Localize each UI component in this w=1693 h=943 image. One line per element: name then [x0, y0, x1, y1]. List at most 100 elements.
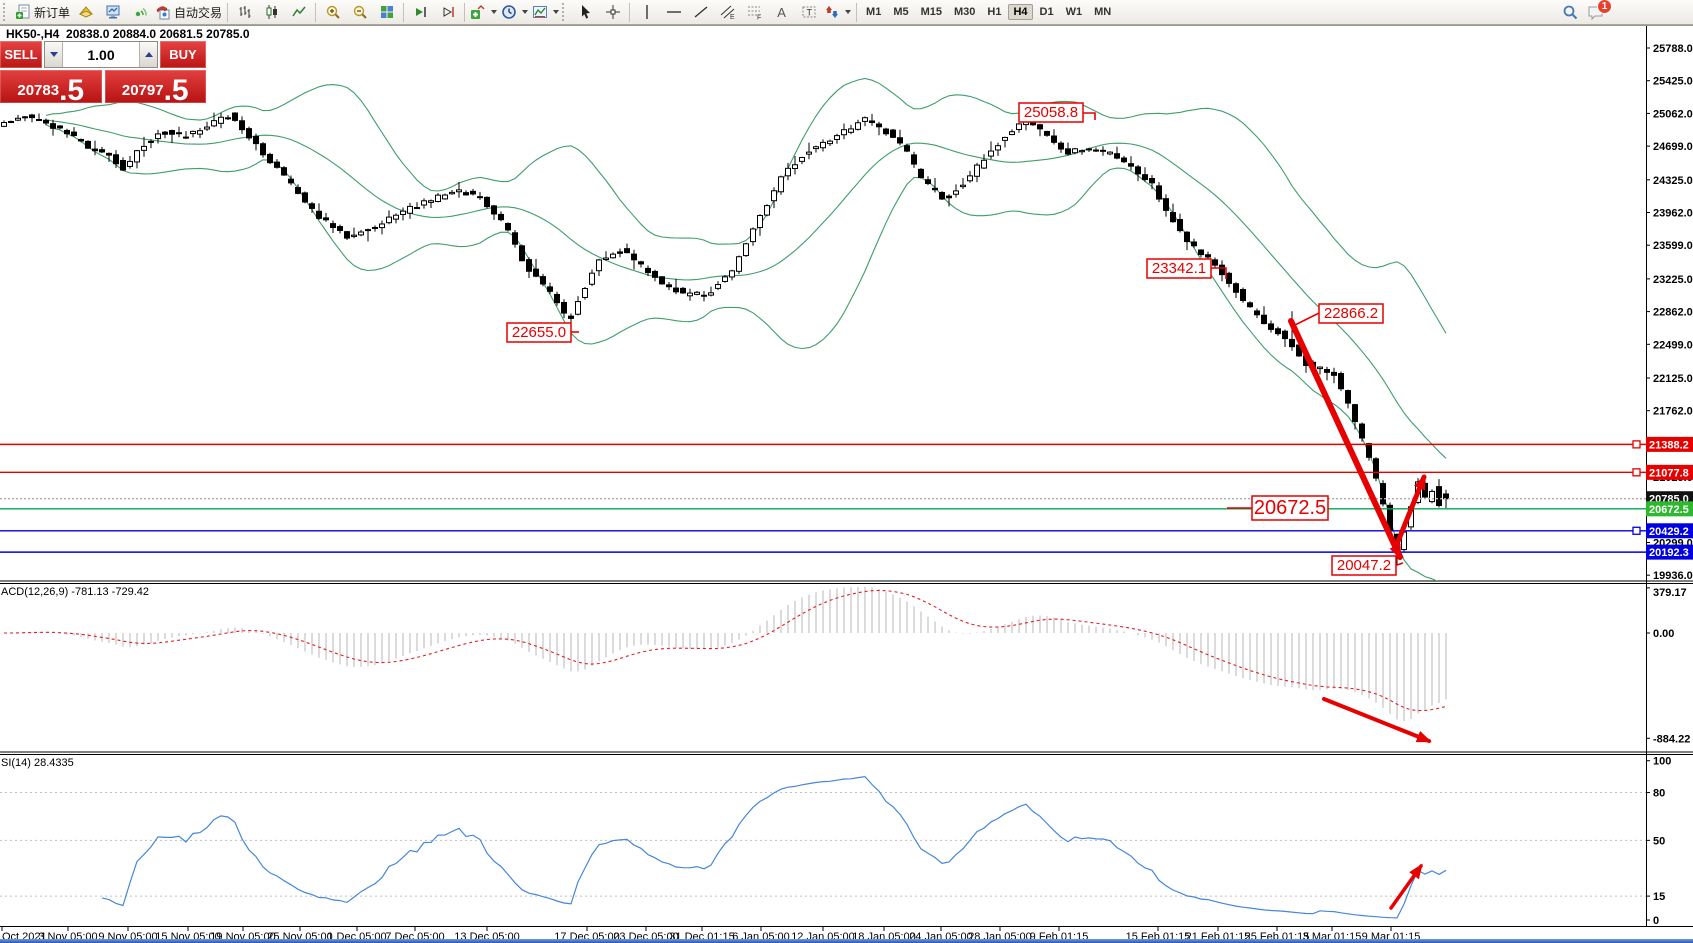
- trendline-icon: [693, 4, 709, 20]
- chart-shift-button[interactable]: [434, 2, 461, 23]
- svg-text:24699.0: 24699.0: [1653, 141, 1693, 153]
- indicators-button[interactable]: [468, 2, 499, 23]
- horizontal-line-button[interactable]: [660, 2, 687, 23]
- macd-axis[interactable]: 379.170.00-884.22: [1646, 587, 1690, 745]
- timeframe-button-m30[interactable]: M30: [949, 4, 980, 20]
- candlestick-chart-button[interactable]: [258, 2, 285, 23]
- navigator-button[interactable]: [99, 2, 126, 23]
- rsi-axis[interactable]: 1008050150: [1646, 756, 1671, 927]
- chart-title: HK50-,H4 20838.0 20884.0 20681.5 20785.0: [6, 27, 250, 41]
- timeframe-button-h1[interactable]: H1: [982, 4, 1006, 20]
- vertical-line-button[interactable]: [633, 2, 660, 23]
- timeframe-button-m15[interactable]: M15: [916, 4, 947, 20]
- sell-button[interactable]: SELL: [0, 41, 42, 68]
- svg-text:15: 15: [1653, 891, 1665, 903]
- drawn-arrows[interactable]: [1291, 321, 1429, 908]
- line-chart-icon: [291, 4, 307, 20]
- bar-chart-button[interactable]: [231, 2, 258, 23]
- zoom-in-button[interactable]: [319, 2, 346, 23]
- periods-dropdown-caret[interactable]: [522, 10, 528, 14]
- svg-text:F: F: [757, 15, 761, 21]
- timeframe-group: M1M5M15M30H1H4D1W1MN: [860, 4, 1117, 20]
- svg-text:20047.2: 20047.2: [1337, 557, 1391, 574]
- tile-windows-button[interactable]: [373, 2, 400, 23]
- one-click-trading-panel: SELL BUY 20783.5 20797.5: [0, 41, 206, 103]
- fibonacci-button[interactable]: F: [741, 2, 768, 23]
- text-icon: A: [777, 6, 786, 19]
- svg-text:23599.0: 23599.0: [1653, 240, 1693, 252]
- bar-chart-icon: [237, 4, 253, 20]
- periods-button[interactable]: [499, 2, 530, 23]
- volume-increase-button[interactable]: [139, 42, 157, 67]
- svg-text:-884.22: -884.22: [1653, 733, 1690, 745]
- timeframe-button-h4[interactable]: H4: [1008, 4, 1032, 20]
- equidistant-channel-button[interactable]: E: [714, 2, 741, 23]
- arrows-dropdown-caret[interactable]: [845, 10, 851, 14]
- line-chart-button[interactable]: [285, 2, 312, 23]
- volume-input[interactable]: [63, 42, 139, 67]
- crosshair-button[interactable]: [599, 2, 626, 23]
- rsi-levels: [0, 793, 1646, 897]
- svg-text:T: T: [806, 8, 812, 18]
- new-order-icon: [15, 4, 31, 20]
- buy-price-pips: .5: [164, 78, 189, 104]
- sell-price-button[interactable]: 20783.5: [0, 70, 102, 103]
- new-order-label: 新订单: [34, 4, 70, 21]
- macd-indicator-header: ACD(12,26,9) -781.13 -729.42: [1, 586, 149, 598]
- signals-button[interactable]: [126, 2, 153, 23]
- arrows-button[interactable]: [822, 2, 853, 23]
- window-bottom-edge: [0, 939, 1693, 943]
- cursor-button[interactable]: [572, 2, 599, 23]
- svg-text:22125.0: 22125.0: [1653, 373, 1693, 385]
- svg-text:50: 50: [1653, 835, 1665, 847]
- candlesticks: [2, 112, 1449, 565]
- chart-canvas[interactable]: 25788.025425.025062.024699.024325.023962…: [0, 0, 1693, 943]
- navigator-icon: [105, 4, 121, 20]
- svg-text:19936.0: 19936.0: [1653, 570, 1693, 582]
- svg-text:80: 80: [1653, 788, 1665, 800]
- text-label-icon: T: [801, 4, 817, 20]
- buy-button[interactable]: BUY: [160, 41, 206, 68]
- volume-stepper: [44, 41, 158, 68]
- toolbar-drag-handle[interactable]: [562, 3, 569, 21]
- timeframe-button-d1[interactable]: D1: [1035, 4, 1059, 20]
- svg-text:22499.0: 22499.0: [1653, 339, 1693, 351]
- tile-windows-icon: [379, 4, 395, 20]
- fibonacci-icon: F: [747, 4, 763, 20]
- rsi-indicator-header: SI(14) 28.4335: [1, 757, 74, 769]
- timeframe-button-w1[interactable]: W1: [1061, 4, 1088, 20]
- timeframe-button-m1[interactable]: M1: [861, 4, 886, 20]
- svg-text:100: 100: [1653, 756, 1671, 768]
- buy-price-button[interactable]: 20797.5: [105, 70, 207, 103]
- svg-text:20672.5: 20672.5: [1254, 497, 1326, 519]
- zoom-in-icon: [325, 4, 341, 20]
- svg-text:25788.0: 25788.0: [1653, 43, 1693, 55]
- svg-text:25425.0: 25425.0: [1653, 76, 1693, 88]
- timeframe-button-m5[interactable]: M5: [888, 4, 913, 20]
- auto-scroll-icon: [413, 4, 429, 20]
- templates-dropdown-caret[interactable]: [553, 10, 559, 14]
- autotrading-button[interactable]: 自动交易: [153, 2, 224, 23]
- text-label-button[interactable]: T: [795, 2, 822, 23]
- auto-scroll-button[interactable]: [407, 2, 434, 23]
- timeframe-button-mn[interactable]: MN: [1089, 4, 1116, 20]
- templates-button[interactable]: [530, 2, 561, 23]
- trendline-button[interactable]: [687, 2, 714, 23]
- text-button[interactable]: A: [768, 2, 795, 23]
- search-icon[interactable]: [1562, 4, 1579, 21]
- new-order-button[interactable]: 新订单: [13, 2, 72, 23]
- price-annotations[interactable]: 25058.823342.122866.222655.020672.520047…: [507, 103, 1403, 575]
- zoom-out-button[interactable]: [346, 2, 373, 23]
- indicators-icon: [470, 4, 486, 20]
- notifications-button[interactable]: 1: [1587, 4, 1605, 21]
- metaeditor-button[interactable]: [72, 2, 99, 23]
- indicators-dropdown-caret[interactable]: [491, 10, 497, 14]
- volume-decrease-button[interactable]: [45, 42, 63, 67]
- equidistant-channel-icon: E: [720, 4, 736, 20]
- zoom-out-icon: [352, 4, 368, 20]
- toolbar-drag-handle[interactable]: [3, 3, 10, 21]
- toolbar-right: 1: [1562, 4, 1605, 21]
- svg-text:22866.2: 22866.2: [1324, 305, 1378, 322]
- svg-text:23225.0: 23225.0: [1653, 274, 1693, 286]
- toolbar: 新订单 自动交易: [0, 0, 1693, 25]
